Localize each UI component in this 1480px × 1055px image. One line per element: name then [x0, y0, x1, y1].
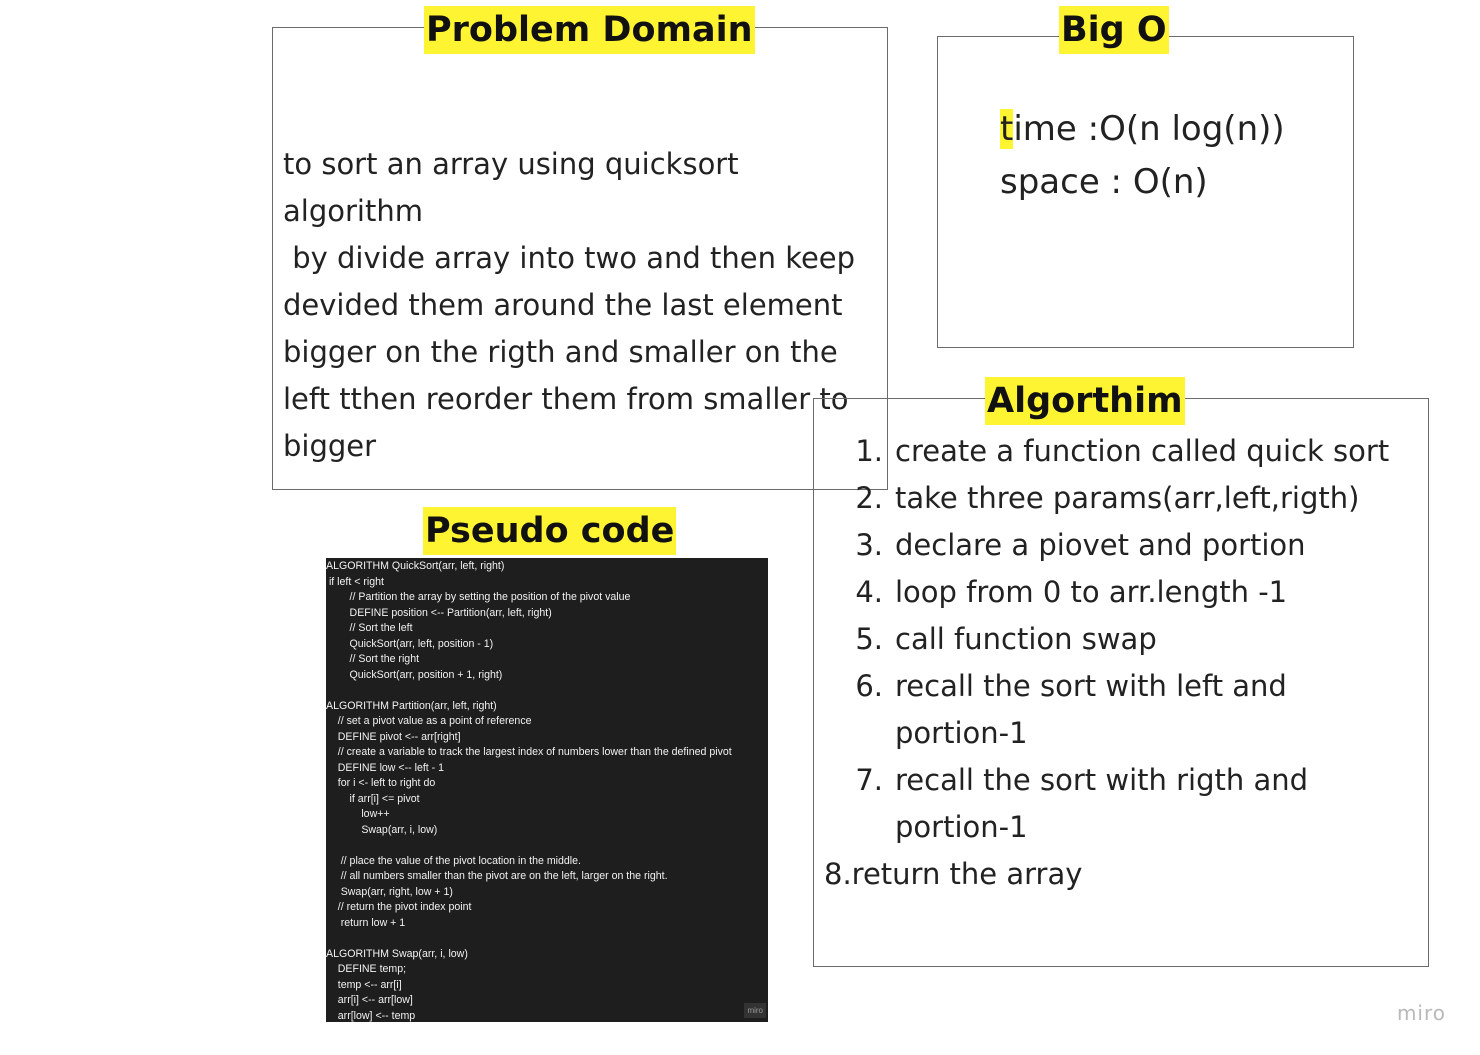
- algorithm-step: 4. loop from 0 to arr.length -1: [855, 575, 1288, 609]
- miro-logo: miro: [1396, 1001, 1446, 1025]
- algorithm-step: 1. create a function called quick sort: [855, 434, 1390, 468]
- time-text: ime :O(n log(n)): [1013, 109, 1285, 149]
- algorithm-heading: Algorthim: [985, 377, 1185, 425]
- time-highlight: t: [1000, 109, 1014, 149]
- algorithm-final-step: 8.return the array: [824, 857, 1083, 891]
- algorithm-step: 5. call function swap: [855, 622, 1157, 656]
- pseudo-code-image[interactable]: ALGORITHM QuickSort(arr, left, right) if…: [326, 558, 768, 1022]
- problem-domain-heading: Problem Domain: [424, 6, 755, 54]
- pseudo-code-heading: Pseudo code: [423, 507, 677, 555]
- big-o-space: space : O(n): [1000, 162, 1208, 202]
- problem-domain-text: to sort an array using quicksort algorit…: [283, 147, 856, 463]
- code-badge: miro: [744, 1002, 766, 1018]
- big-o-time: time :O(n log(n)): [1000, 103, 1285, 155]
- algorithm-step: 2. take three params(arr,left,rigth): [855, 481, 1360, 515]
- pseudo-code-text: ALGORITHM QuickSort(arr, left, right) if…: [326, 560, 732, 1022]
- algorithm-step: 3. declare a piovet and portion: [855, 528, 1306, 562]
- big-o-heading: Big O: [1059, 6, 1169, 54]
- algorithm-steps: 1. create a function called quick sort 2.…: [813, 428, 1423, 851]
- algorithm-step: 7. recall the sort with rigth and portion…: [855, 763, 1309, 844]
- algorithm-step: 6. recall the sort with left and portion-…: [855, 669, 1287, 750]
